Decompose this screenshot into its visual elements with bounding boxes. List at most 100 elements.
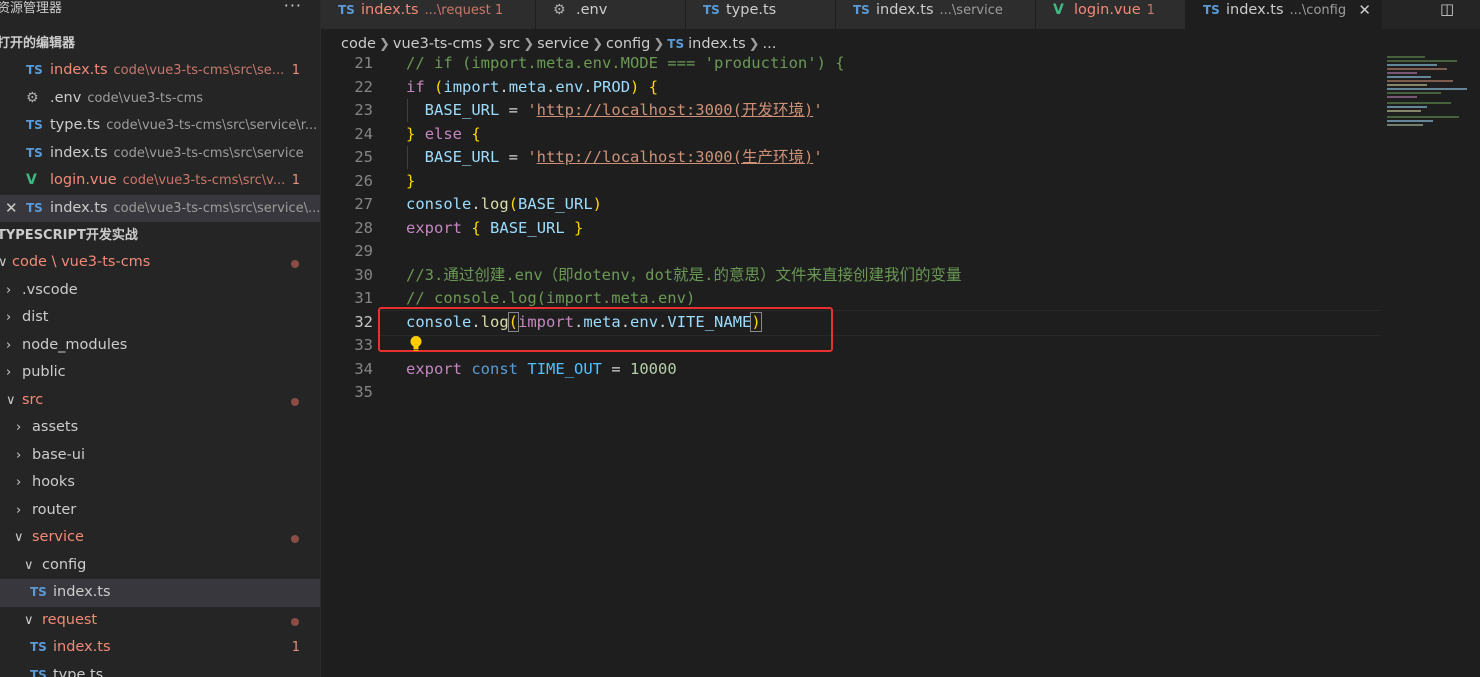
tree-folder[interactable]: ∨ service bbox=[0, 524, 320, 552]
string-link[interactable]: http://localhost:3000(生产环境) bbox=[537, 148, 814, 166]
tree-label: public bbox=[22, 364, 66, 380]
chevron-right-icon: › bbox=[6, 282, 12, 298]
problem-count-badge: 1 bbox=[291, 63, 300, 78]
tab-type[interactable]: TS type.ts bbox=[686, 0, 836, 29]
tree-folder[interactable]: ∨ request bbox=[0, 607, 320, 635]
line-number: 29 bbox=[354, 242, 373, 260]
tree-label: type.ts bbox=[53, 666, 104, 677]
open-editors-section-title[interactable]: 打开的编辑器 bbox=[0, 30, 320, 57]
breadcrumb-item[interactable]: vue3-ts-cms bbox=[393, 36, 482, 52]
identifier: BASE_URL bbox=[490, 218, 565, 237]
tree-folder[interactable]: › assets bbox=[0, 414, 320, 442]
lightbulb-icon[interactable] bbox=[409, 335, 423, 353]
breadcrumb-item[interactable]: service bbox=[537, 36, 589, 52]
breadcrumb-item[interactable]: config bbox=[606, 36, 650, 52]
open-editor-name: type.ts bbox=[50, 117, 101, 133]
tab-login-vue[interactable]: V login.vue 1 bbox=[1036, 0, 1186, 29]
typescript-file-icon: TS bbox=[30, 585, 47, 599]
line-number: 21 bbox=[354, 54, 373, 72]
open-editor-item[interactable]: TS index.ts code\vue3-ts-cms\src\se... 1 bbox=[0, 57, 320, 85]
tree-folder[interactable]: ∨ config bbox=[0, 552, 320, 580]
function: log bbox=[480, 195, 509, 213]
open-editor-item-active[interactable]: ✕ TS index.ts code\vue3-ts-cms\src\servic… bbox=[0, 194, 320, 223]
line-number: 35 bbox=[354, 383, 373, 401]
problem-count-badge: 1 bbox=[291, 640, 300, 655]
open-editor-path: code\vue3-ts-cms\src\service\r... bbox=[106, 118, 318, 133]
more-actions-icon[interactable]: ··· bbox=[284, 0, 302, 15]
gear-icon: ⚙ bbox=[553, 2, 566, 18]
code-editor[interactable]: 21 22 23 24 25 26 27 28 29 30 31 32 33 3… bbox=[321, 52, 1381, 432]
breadcrumb-item[interactable]: src bbox=[499, 36, 520, 52]
identifier: meta bbox=[508, 77, 547, 96]
tree-folder[interactable]: › dist bbox=[0, 304, 320, 332]
tree-folder-root[interactable]: ∨ code \ vue3-ts-cms bbox=[0, 249, 320, 277]
tab-description: ...\service bbox=[939, 3, 1003, 18]
keyword: else bbox=[424, 124, 463, 143]
breadcrumb-item[interactable]: ... bbox=[763, 36, 777, 52]
modified-dot bbox=[291, 535, 299, 543]
tab-description: 1 bbox=[1146, 3, 1155, 18]
code-line: if (import.meta.env.PROD) { bbox=[406, 77, 659, 96]
identifier: BASE_URL bbox=[518, 195, 593, 213]
open-editor-path: code\vue3-ts-cms bbox=[87, 90, 204, 106]
chevron-right-icon: › bbox=[6, 337, 12, 353]
tree-folder[interactable]: › .vscode bbox=[0, 277, 320, 305]
split-editor-icon[interactable]: ◫ bbox=[1440, 0, 1454, 18]
identifier: env bbox=[555, 77, 584, 96]
comment: // console.log(import.meta.env) bbox=[406, 289, 696, 307]
chevron-right-icon: ❯ bbox=[378, 37, 390, 52]
tab-env[interactable]: ⚙ .env bbox=[536, 0, 686, 29]
vue-file-icon: V bbox=[26, 172, 37, 188]
explorer-title: 资源管理器 bbox=[0, 1, 63, 16]
chevron-down-icon: ∨ bbox=[0, 249, 8, 277]
chevron-right-icon: › bbox=[6, 310, 12, 325]
line-number: 23 bbox=[354, 101, 373, 119]
typescript-file-icon: TS bbox=[26, 200, 43, 215]
tree-folder[interactable]: ∨ src bbox=[0, 387, 320, 415]
keyword: export bbox=[406, 359, 462, 378]
tree-file[interactable]: TS type.ts bbox=[0, 662, 320, 677]
tab-index-request[interactable]: TS index.ts ...\request 1 bbox=[321, 0, 536, 29]
open-editor-item[interactable]: V login.vue code\vue3-ts-cms\src\v... 1 bbox=[0, 167, 320, 195]
tree-folder[interactable]: › hooks bbox=[0, 469, 320, 497]
chevron-right-icon: › bbox=[16, 420, 22, 435]
tree-folder[interactable]: › router bbox=[0, 497, 320, 525]
comment: // if (import.meta.env.MODE === 'product… bbox=[406, 54, 845, 72]
open-editor-name: index.ts bbox=[50, 199, 108, 216]
breadcrumb-item[interactable]: code bbox=[341, 36, 376, 52]
modified-dot bbox=[291, 397, 299, 406]
open-editor-item[interactable]: ⚙ .env code\vue3-ts-cms bbox=[0, 85, 320, 113]
code-line: BASE_URL = 'http://localhost:3000(生产环境)' bbox=[424, 148, 823, 166]
tree-label: hooks bbox=[32, 474, 75, 490]
minimap[interactable] bbox=[1385, 52, 1480, 132]
close-icon[interactable]: ✕ bbox=[5, 195, 18, 223]
open-editor-path: code\vue3-ts-cms\src\service\... bbox=[113, 200, 320, 216]
keyword: export bbox=[406, 218, 462, 237]
line-number: 33 bbox=[354, 336, 373, 354]
close-icon[interactable]: ✕ bbox=[1358, 0, 1371, 20]
tab-index-config-active[interactable]: TS index.ts ...\config ✕ bbox=[1186, 0, 1382, 29]
line-number: 25 bbox=[354, 148, 373, 166]
typescript-file-icon: TS bbox=[667, 37, 685, 51]
tree-label: index.ts bbox=[53, 584, 111, 600]
code-line: } bbox=[406, 171, 416, 190]
tree-folder[interactable]: › node_modules bbox=[0, 332, 320, 360]
tab-index-service[interactable]: TS index.ts ...\service bbox=[836, 0, 1036, 29]
open-editor-name: login.vue bbox=[50, 172, 117, 188]
modified-dot bbox=[291, 617, 299, 626]
open-editor-item[interactable]: TS index.ts code\vue3-ts-cms\src\service bbox=[0, 140, 320, 168]
string-link[interactable]: http://localhost:3000(开发环境) bbox=[537, 101, 814, 119]
tree-file-selected[interactable]: TS index.ts bbox=[0, 579, 320, 607]
identifier: PROD bbox=[592, 77, 631, 96]
tree-label: service bbox=[32, 529, 84, 545]
open-editor-item[interactable]: TS type.ts code\vue3-ts-cms\src\service\r… bbox=[0, 112, 320, 140]
tree-folder[interactable]: › public bbox=[0, 359, 320, 387]
typescript-file-icon: TS bbox=[30, 640, 47, 654]
tree-file[interactable]: TS index.ts 1 bbox=[0, 634, 320, 662]
line-number: 22 bbox=[354, 77, 373, 96]
chevron-right-icon: ❯ bbox=[485, 37, 497, 52]
breadcrumb-item[interactable]: index.ts bbox=[688, 36, 746, 52]
line-number: 24 bbox=[354, 124, 373, 143]
tree-folder[interactable]: › base-ui bbox=[0, 442, 320, 470]
project-section-title[interactable]: TYPESCRIPT开发实战 bbox=[0, 222, 320, 249]
